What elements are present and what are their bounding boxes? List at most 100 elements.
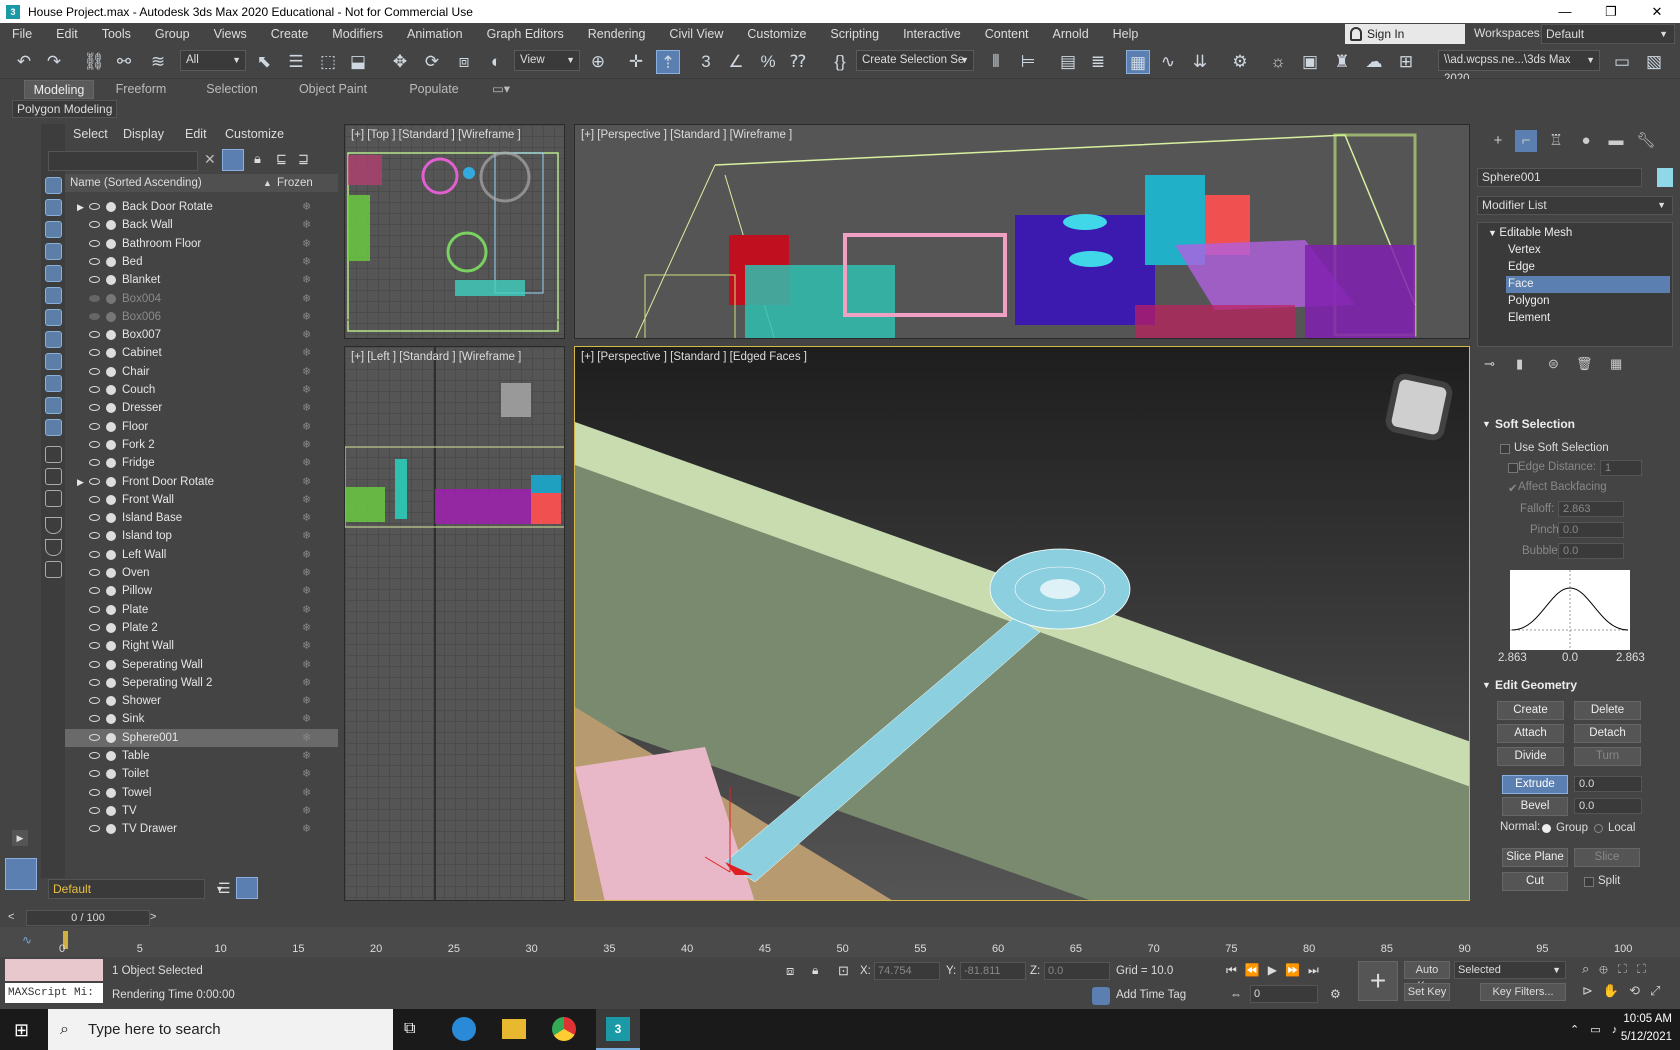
time-configuration-icon[interactable]: ⚙ bbox=[1330, 987, 1341, 1001]
explorer-row[interactable]: Pillow ❄ bbox=[65, 582, 338, 600]
explorer-row[interactable]: Bathroom Floor ❄ bbox=[65, 235, 338, 253]
object-name-field[interactable]: Sphere001 bbox=[1477, 168, 1642, 187]
visibility-eye-icon[interactable] bbox=[89, 752, 100, 759]
freeze-snowflake-icon[interactable]: ❄ bbox=[302, 546, 311, 564]
freeze-snowflake-icon[interactable]: ❄ bbox=[302, 619, 311, 637]
explorer-row[interactable]: Plate ❄ bbox=[65, 601, 338, 619]
freeze-snowflake-icon[interactable]: ❄ bbox=[302, 692, 311, 710]
visibility-eye-icon[interactable] bbox=[89, 203, 100, 210]
freeze-snowflake-icon[interactable]: ❄ bbox=[302, 399, 311, 417]
taskbar-3dsmax-button[interactable]: 3 bbox=[596, 1009, 640, 1050]
explorer-row[interactable]: Right Wall ❄ bbox=[65, 637, 338, 655]
visibility-eye-icon[interactable] bbox=[89, 697, 100, 705]
viewport-persp-wireframe-label[interactable]: [+] [Perspective ] [Standard ] [Wirefram… bbox=[581, 129, 792, 141]
expand-arrow-icon[interactable]: ▶ bbox=[12, 830, 28, 846]
freeze-snowflake-icon[interactable]: ❄ bbox=[302, 710, 311, 728]
slice-button[interactable]: Slice bbox=[1574, 848, 1640, 867]
zoom-icon[interactable]: ⌕ bbox=[1582, 961, 1599, 976]
funnel-icon[interactable] bbox=[45, 539, 62, 556]
freeze-snowflake-icon[interactable]: ❄ bbox=[302, 326, 311, 344]
explorer-row[interactable]: Box006 ❄ bbox=[65, 308, 338, 326]
set-key-button[interactable]: Set Key bbox=[1404, 983, 1450, 1001]
project-folder-icon[interactable]: ▧ bbox=[1642, 50, 1666, 74]
explorer-menu-display[interactable]: Display bbox=[123, 127, 164, 141]
layers-icon[interactable]: ≣ bbox=[1086, 50, 1110, 74]
pivot-center-icon[interactable]: ⊕ bbox=[586, 50, 610, 74]
maxscript-listener-pink[interactable] bbox=[5, 959, 103, 981]
explorer-row[interactable]: Toilet ❄ bbox=[65, 765, 338, 783]
taskbar-search[interactable]: ⌕ Type here to search bbox=[48, 1009, 393, 1050]
close-button[interactable]: ✕ bbox=[1634, 0, 1680, 23]
time-tag-icon[interactable] bbox=[1092, 987, 1110, 1005]
freeze-snowflake-icon[interactable]: ❄ bbox=[302, 308, 311, 326]
delete-button[interactable]: Delete bbox=[1574, 701, 1641, 720]
clear-search-icon[interactable]: ✕ bbox=[204, 151, 216, 168]
pinch-spinner[interactable]: 0.0 bbox=[1558, 522, 1624, 538]
unlink-icon[interactable]: ⚯ bbox=[112, 50, 136, 74]
next-key-icon[interactable]: ⏩ bbox=[1285, 963, 1308, 977]
container-icon[interactable] bbox=[45, 561, 62, 578]
menu-modifiers[interactable]: Modifiers bbox=[320, 23, 395, 45]
viewport-perspective-active[interactable]: [+] [Perspective ] [Standard ] [Edged Fa… bbox=[574, 346, 1470, 901]
render-production-icon[interactable]: ♜ bbox=[1330, 50, 1354, 74]
viewport-left-label[interactable]: [+] [Left ] [Standard ] [Wireframe ] bbox=[351, 351, 521, 363]
menu-edit[interactable]: Edit bbox=[44, 23, 90, 45]
explorer-row[interactable]: Box007 ❄ bbox=[65, 326, 338, 344]
display-containers-icon[interactable] bbox=[45, 375, 62, 392]
visibility-eye-icon[interactable] bbox=[89, 349, 100, 357]
visibility-eye-icon[interactable] bbox=[89, 569, 100, 576]
layer-stack-icon[interactable]: ☰ bbox=[218, 880, 231, 897]
explorer-menu-edit[interactable]: Edit bbox=[185, 127, 207, 141]
zoom-all-icon[interactable]: ⊕ bbox=[1599, 961, 1617, 976]
viewport-top[interactable]: [+] [Top ] [Standard ] [Wireframe ] bbox=[344, 124, 565, 339]
bevel-button[interactable]: Bevel bbox=[1502, 797, 1568, 816]
selection-lock-icon[interactable]: 🔒︎ bbox=[812, 963, 818, 978]
rectangular-selection-icon[interactable]: ⬚ bbox=[316, 50, 340, 74]
column-name[interactable]: Name (Sorted Ascending) bbox=[70, 174, 202, 192]
visibility-eye-icon[interactable] bbox=[89, 550, 100, 558]
freeze-snowflake-icon[interactable]: ❄ bbox=[302, 473, 311, 491]
chrome-icon[interactable] bbox=[552, 1017, 576, 1041]
viewport-layout-icon[interactable] bbox=[5, 858, 37, 890]
stack-vertex[interactable]: Vertex bbox=[1508, 242, 1680, 259]
clock-date[interactable]: 5/12/2021 bbox=[1608, 1031, 1672, 1043]
isolate-selection-icon[interactable]: ⧈ bbox=[786, 963, 794, 979]
snaps-toggle-icon[interactable]: 3 bbox=[694, 50, 718, 74]
minimize-button[interactable]: — bbox=[1542, 0, 1588, 23]
maxscript-mini-input[interactable]: MAXScript Mi: bbox=[5, 983, 103, 1003]
visibility-eye-icon[interactable] bbox=[89, 587, 100, 595]
create-panel-icon[interactable]: + bbox=[1487, 130, 1509, 152]
track-bar[interactable]: ∿ 0 5 10 15 20 25 30 35 40 45 50 55 60 65 70 75 80 85 90 95… bbox=[0, 927, 1680, 957]
menu-arnold[interactable]: Arnold bbox=[1041, 23, 1101, 45]
align-icon[interactable]: ⊨ bbox=[1016, 50, 1040, 74]
z-coordinate-field[interactable]: 0.0 bbox=[1044, 962, 1110, 980]
placement-icon[interactable]: ◐ bbox=[484, 50, 508, 74]
angle-snap-icon[interactable]: ∠ bbox=[724, 50, 748, 74]
object-color-swatch[interactable] bbox=[1657, 168, 1673, 187]
motion-panel-icon[interactable]: ● bbox=[1575, 130, 1597, 152]
field-of-view-icon[interactable]: ⊳ bbox=[1582, 983, 1603, 998]
menu-interactive[interactable]: Interactive bbox=[891, 23, 973, 45]
clock-time[interactable]: 10:05 AM bbox=[1616, 1013, 1672, 1025]
display-panel-icon[interactable]: ▬ bbox=[1605, 130, 1627, 152]
stack-element[interactable]: Element bbox=[1508, 310, 1680, 327]
freeze-snowflake-icon[interactable]: ❄ bbox=[302, 802, 311, 820]
menu-graph-editors[interactable]: Graph Editors bbox=[475, 23, 576, 45]
explorer-row[interactable]: ▶ Front Door Rotate ❄ bbox=[65, 473, 338, 491]
freeze-snowflake-icon[interactable]: ❄ bbox=[302, 436, 311, 454]
display-lights-icon[interactable] bbox=[45, 221, 62, 238]
menu-customize[interactable]: Customize bbox=[735, 23, 818, 45]
explorer-search-input[interactable] bbox=[48, 151, 198, 171]
visibility-eye-icon[interactable] bbox=[89, 312, 100, 320]
auto-key-button[interactable]: Auto Key bbox=[1404, 961, 1450, 992]
utilities-panel-icon[interactable]: 🔧︎ bbox=[1635, 130, 1657, 152]
explorer-row[interactable]: Back Wall ❄ bbox=[65, 216, 338, 234]
mirror-icon[interactable]: ⫴ bbox=[984, 50, 1008, 74]
layer-explorer-toggle-icon[interactable] bbox=[236, 877, 258, 899]
explorer-row[interactable]: TV Drawer ❄ bbox=[65, 820, 338, 838]
menu-rendering[interactable]: Rendering bbox=[576, 23, 658, 45]
explorer-menu-select[interactable]: Select bbox=[73, 127, 108, 141]
stack-polygon[interactable]: Polygon bbox=[1508, 293, 1680, 310]
menu-help[interactable]: Help bbox=[1101, 23, 1151, 45]
freeze-snowflake-icon[interactable]: ❄ bbox=[302, 271, 311, 289]
